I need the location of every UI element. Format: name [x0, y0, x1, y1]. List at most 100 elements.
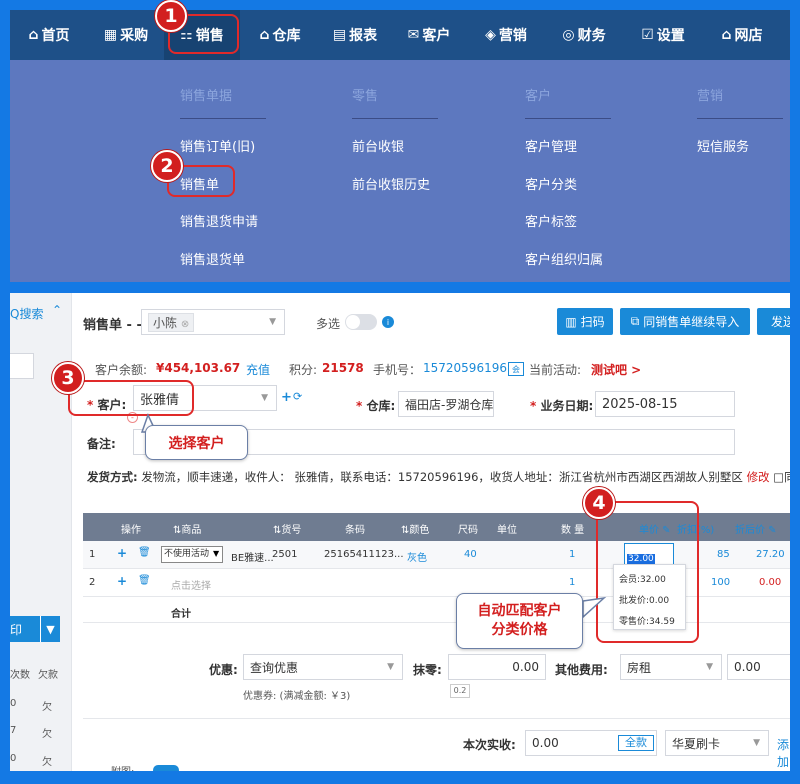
- auto-match-tooltip: 自动匹配客户 分类价格: [456, 593, 583, 649]
- sales-mega-menu: 销售单据 销售订单(旧) 销售单 销售退货申请 销售退货单 零售 前台收银 前台…: [10, 60, 790, 282]
- left-search-input[interactable]: [10, 353, 34, 379]
- nav-store[interactable]: ⌂ 网店: [702, 10, 782, 60]
- multi-select-label: 多选: [316, 317, 341, 331]
- multi-select-toggle[interactable]: [345, 314, 377, 330]
- select-product-cell[interactable]: 点击选择: [171, 577, 211, 592]
- menu-header-customer: 客户: [525, 89, 552, 104]
- scan-button[interactable]: ▥ 扫码: [557, 308, 613, 335]
- callout-2: 2: [151, 150, 183, 182]
- nav-marketing[interactable]: ◈ 营销: [468, 10, 544, 60]
- nav-settings[interactable]: ☑ 设置: [624, 10, 702, 60]
- activity-label: 当前活动:: [529, 363, 582, 377]
- mail-icon: ✉: [407, 27, 420, 43]
- row-index: 2: [89, 577, 96, 588]
- print-dropdown-icon[interactable]: ▼: [40, 616, 60, 642]
- callout-3: 3: [52, 362, 84, 394]
- col-header-product[interactable]: ⇅商品: [173, 521, 201, 536]
- menu-divider: [525, 118, 611, 119]
- home-icon: ⌂: [28, 27, 39, 43]
- import-from-bill-button[interactable]: ⧉ 同销售单继续导入: [620, 308, 750, 335]
- round-input[interactable]: 0.00: [448, 654, 546, 680]
- nav-finance[interactable]: ◎ 财务: [544, 10, 624, 60]
- col-header-qty: 数 量: [561, 525, 585, 536]
- menu-item-customer-org[interactable]: 客户组织归属: [525, 249, 603, 268]
- add-row-icon[interactable]: +: [117, 574, 127, 588]
- collapse-icon[interactable]: ⌃: [52, 303, 62, 317]
- left-cell: 欠: [42, 702, 52, 713]
- highlight-customer-field: [68, 380, 194, 416]
- tag-close-icon[interactable]: ⊗: [181, 319, 189, 330]
- discount-cell[interactable]: 100: [711, 577, 730, 588]
- add-customer-icon[interactable]: +: [281, 390, 292, 405]
- send-button[interactable]: 发送给: [757, 308, 790, 335]
- after-price-cell[interactable]: 27.20: [756, 549, 785, 560]
- menu-item-sms[interactable]: 短信服务: [697, 136, 749, 155]
- payment-account-select[interactable]: 华夏刷卡 ▼: [665, 730, 769, 756]
- left-cell: 7: [10, 725, 17, 736]
- nav-home[interactable]: ⌂ 首页: [10, 10, 88, 60]
- menu-item-customer-category[interactable]: 客户分类: [525, 174, 577, 193]
- delete-row-icon[interactable]: 🗑: [138, 547, 151, 558]
- recharge-link[interactable]: 充值: [246, 361, 270, 378]
- menu-item-pos-history[interactable]: 前台收银历史: [352, 174, 430, 193]
- refresh-icon[interactable]: ⟳: [293, 390, 302, 403]
- other-fee-input[interactable]: 0.00: [727, 654, 790, 680]
- search-link[interactable]: Q搜索: [10, 305, 43, 322]
- sync-checkbox[interactable]: □同步至: [773, 470, 790, 484]
- barcode-cell: 25165411123...: [324, 549, 404, 560]
- warehouse-select[interactable]: 福田店-罗湖仓库: [398, 391, 494, 417]
- phone-value: 15720596196: [423, 361, 507, 375]
- chevron-down-icon: ▼: [706, 662, 713, 672]
- menu-item-sales-return-bill[interactable]: 销售退货单: [180, 249, 245, 268]
- add-row-icon[interactable]: +: [117, 546, 127, 560]
- menu-header-marketing: 营销: [697, 89, 724, 104]
- menu-item-pos[interactable]: 前台收银: [352, 136, 404, 155]
- menu-header-retail: 零售: [352, 89, 379, 104]
- modify-link[interactable]: 修改: [747, 470, 770, 484]
- highlight-price-cell: [596, 501, 699, 643]
- attachment-label: 附图:: [111, 763, 134, 771]
- discount-cell[interactable]: 85: [717, 549, 730, 560]
- discount-label: 优惠:: [209, 663, 238, 677]
- qty-cell[interactable]: 1: [569, 549, 575, 560]
- menu-item-sales-order-old[interactable]: 销售订单(旧): [180, 136, 255, 155]
- activity-link[interactable]: 测试吧 >: [591, 361, 641, 378]
- money-icon: ◎: [562, 27, 575, 43]
- product-cell[interactable]: BE雅速...: [231, 549, 274, 564]
- other-fee-label: 其他费用:: [555, 663, 608, 677]
- menu-divider: [697, 118, 783, 119]
- shipping-row: 发货方式: 发物流，顺丰速递，收件人： 张雅倩，联系电话：15720596196…: [87, 469, 790, 485]
- date-input[interactable]: 2025-08-15: [595, 391, 735, 417]
- col-header-after-price[interactable]: 折后价 ✎: [735, 521, 777, 536]
- nav-purchase[interactable]: ▦ 采购: [88, 10, 164, 60]
- after-price-cell[interactable]: 0.00: [759, 577, 781, 588]
- nav-warehouse[interactable]: ⌂ 仓库: [240, 10, 320, 60]
- delete-row-icon[interactable]: 🗑: [138, 575, 151, 586]
- col-header-sku[interactable]: ⇅货号: [273, 521, 301, 536]
- qty-cell[interactable]: 1: [569, 577, 575, 588]
- nav-customer[interactable]: ✉ 客户: [390, 10, 468, 60]
- full-payment-button[interactable]: 全款: [618, 735, 654, 751]
- nav-report[interactable]: ▤ 报表: [320, 10, 390, 60]
- phone-label: 手机号：: [373, 363, 422, 377]
- menu-item-sales-return-request[interactable]: 销售退货申请: [180, 211, 258, 230]
- remark-label: 备注:: [87, 437, 116, 451]
- salesperson-select[interactable]: 小陈 ⊗ ▼: [141, 309, 285, 335]
- info-icon[interactable]: i: [382, 316, 394, 328]
- chevron-down-icon: ▼: [261, 393, 268, 403]
- add-payment-link[interactable]: 添加: [777, 736, 790, 770]
- discount-select[interactable]: 查询优惠 ▼: [243, 654, 403, 680]
- coupon-info: 优惠券: (满减金额: ￥3): [243, 691, 351, 702]
- warehouse-icon: ⌂: [259, 27, 270, 43]
- balance-label: 客户余额:: [95, 363, 148, 377]
- report-icon: ▤: [332, 27, 347, 43]
- callout-4: 4: [583, 487, 615, 519]
- menu-item-customer-manage[interactable]: 客户管理: [525, 136, 577, 155]
- menu-divider: [352, 118, 438, 119]
- menu-item-customer-tag[interactable]: 客户标签: [525, 211, 577, 230]
- attachment-toggle[interactable]: [153, 765, 179, 771]
- left-cell: 欠: [42, 757, 52, 768]
- other-fee-type-select[interactable]: 房租 ▼: [620, 654, 722, 680]
- col-header-action: 操作: [121, 525, 141, 536]
- col-header-color[interactable]: ⇅颜色: [401, 521, 429, 536]
